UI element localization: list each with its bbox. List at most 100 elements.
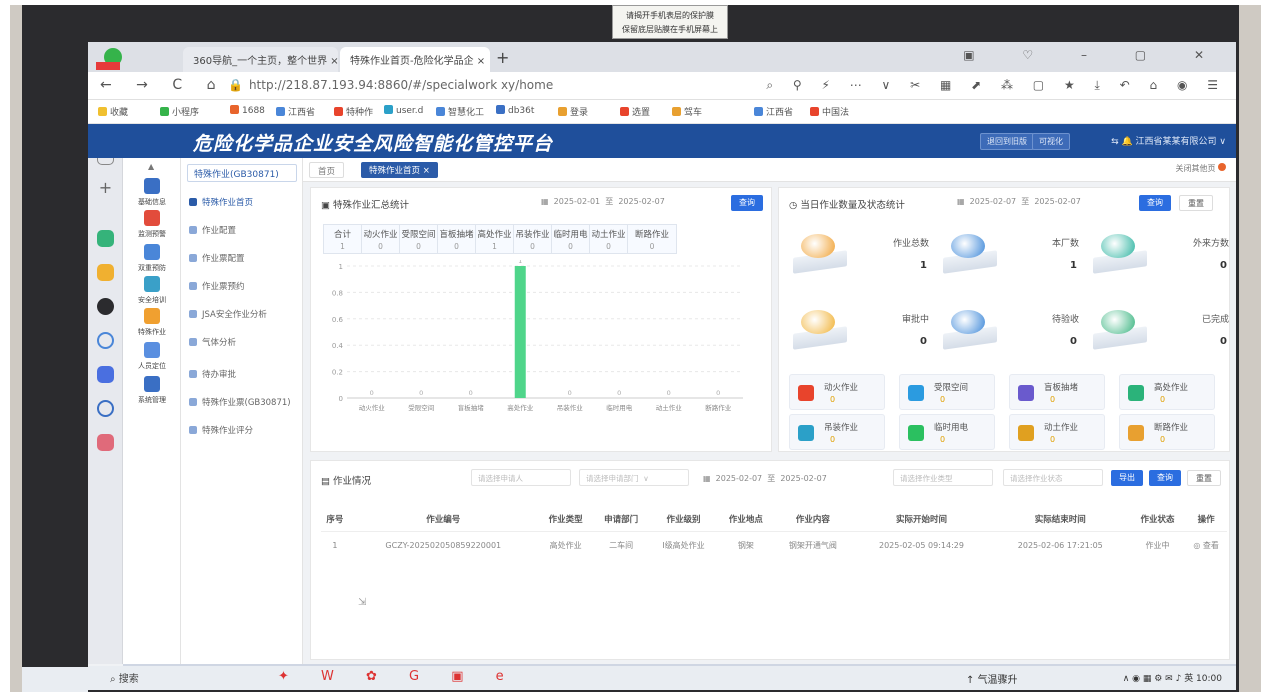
menu-item[interactable]: JSA安全作业分析 [189,308,267,320]
add-icon[interactable]: + [97,180,114,197]
summary-date-range[interactable]: ▦ 2025-02-01 至 2025-02-07 [541,196,665,207]
bookmark-item[interactable]: 中国法 [810,105,849,118]
today-date-range[interactable]: ▦ 2025-02-07 至 2025-02-07 [957,196,1081,207]
work-reset-button[interactable]: 重置 [1187,470,1221,486]
stat-cell[interactable]: 断路作业 0 [628,225,676,253]
menu-item[interactable]: 待办审批 [189,368,236,380]
stat-cell[interactable]: 临时用电 0 [552,225,590,253]
rail-item[interactable]: 系统管理 [123,376,181,405]
bookmark-favicon-icon [384,105,393,114]
work-type-card[interactable]: 临时用电 0 [899,414,995,450]
work-type-card[interactable]: 盲板抽堵 0 [1009,374,1105,410]
rail-label: 基础信息 [138,198,166,206]
stat-cell[interactable]: 吊装作业 0 [514,225,552,253]
summary-date-to: 2025-02-07 [618,197,665,206]
screen: 360导航_一个主页，整个世界 × 特殊作业首页-危险化学品企 × + ▣ ♡ … [88,42,1236,690]
work-type-card[interactable]: 吊装作业 0 [789,414,885,450]
close-others-button[interactable]: 关闭其他页 [1175,163,1226,174]
status-card[interactable]: 本厂数 1 [937,224,1087,296]
today-query-button[interactable]: 查询 [1139,195,1171,211]
bookmark-item[interactable]: 小程序 [160,105,199,118]
stat-cell[interactable]: 合计 1 [324,225,362,253]
taskbar-search[interactable]: ⌕ 搜索 [110,670,139,685]
sidebar-app-6-icon[interactable] [97,400,114,417]
rail-collapse-icon[interactable]: ▲ [148,162,154,171]
sidebar-app-3-icon[interactable] [97,298,114,315]
old-version-button[interactable]: 退回到旧版 [980,133,1034,150]
stat-cell[interactable]: 高处作业 1 [476,225,514,253]
dept-select[interactable]: 请选择申请部门 ∨ [579,469,689,486]
stat-cell[interactable]: 受限空间 0 [400,225,438,253]
sidebar-app-2-icon[interactable] [97,264,114,281]
menu-item[interactable]: 特殊作业票(GB30871) [189,396,291,408]
bookmark-item[interactable]: 登录 [558,105,588,118]
taskbar-weather[interactable]: ↑ 气温骤升 [966,671,1018,686]
bookmark-item[interactable]: 智慧化工 [436,105,484,118]
browser-toolbar[interactable]: ⌕ ⚲ ⚡ ⋯ ∨ ✂ ▦ ⬈ ⁂ ▢ ★ ⤓ ↶ ⌂ ◉ ☰ [766,78,1226,93]
menu-item-icon [189,198,197,206]
browser-tab-1[interactable]: 360导航_一个主页，整个世界 × [183,47,338,72]
rail-item[interactable]: 监测预警 [123,210,181,239]
work-type-card[interactable]: 动火作业 0 [789,374,885,410]
menu-item[interactable]: 特殊作业首页 [189,196,253,208]
menu-item[interactable]: 特殊作业评分 [189,424,253,436]
bookmark-item[interactable]: 选置 [620,105,650,118]
window-controls[interactable]: ▣ ♡ – ▢ ✕ [963,48,1226,62]
menu-item[interactable]: 作业配置 [189,224,236,236]
menu-item[interactable]: 作业票预约 [189,280,245,292]
work-type-card[interactable]: 受限空间 0 [899,374,995,410]
sidebar-app-1-icon[interactable] [97,230,114,247]
status-card[interactable]: 待验收 0 [937,300,1087,372]
work-date-range[interactable]: ▦ 2025-02-07 至 2025-02-07 [703,473,827,484]
status-filter-select[interactable]: 请选择作业状态 [1003,469,1103,486]
status-card[interactable]: 已完成 0 [1087,300,1236,372]
menu-module-title[interactable]: 特殊作业(GB30871) [187,164,297,182]
applicant-select[interactable]: 请选择申请人 [471,469,571,486]
bookmark-item[interactable]: 特种作 [334,105,373,118]
work-type-card[interactable]: 断路作业 0 [1119,414,1215,450]
sidebar-app-5-icon[interactable] [97,366,114,383]
bookmark-item[interactable]: 驾车 [672,105,702,118]
work-type-card[interactable]: 动土作业 0 [1009,414,1105,450]
bookmark-item[interactable]: user.d [384,105,423,116]
bookmark-item[interactable]: 江西省 [754,105,793,118]
stat-cell[interactable]: 盲板抽堵 0 [438,225,476,253]
sidebar-app-4-icon[interactable] [97,332,114,349]
menu-item[interactable]: 气体分析 [189,336,236,348]
type-filter-select[interactable]: 请选择作业类型 [893,469,993,486]
rail-item[interactable]: 基础信息 [123,178,181,207]
browser-tab-2[interactable]: 特殊作业首页-危险化学品企 × [340,47,490,72]
taskbar-apps[interactable]: ✦ W ✿ G ▣ e [278,669,518,684]
summary-query-button[interactable]: 查询 [731,195,763,211]
rail-item[interactable]: 安全培训 [123,276,181,305]
new-tab-icon[interactable]: + [496,48,509,67]
bookmark-item[interactable]: 1688 [230,105,265,116]
work-type-card[interactable]: 高处作业 0 [1119,374,1215,410]
status-card[interactable]: 外来方数 0 [1087,224,1236,296]
rail-item[interactable]: 双重预防 [123,244,181,273]
view-link[interactable]: ◎ 查看 [1185,531,1227,559]
status-card[interactable]: 审批中 0 [787,300,937,372]
bookmark-favicon-icon [98,107,107,116]
sidebar-app-7-icon[interactable] [97,434,114,451]
bookmark-item[interactable]: 收藏 [98,105,128,118]
menu-item[interactable]: 作业票配置 [189,252,245,264]
user-menu[interactable]: ⇆ 🔔 江西省某某有限公司 ∨ [1111,134,1226,147]
bookmark-item[interactable]: db36t [496,105,534,116]
tab-home[interactable]: 首页 [309,162,345,178]
status-card[interactable]: 作业总数 1 [787,224,937,296]
stat-cell[interactable]: 动土作业 0 [590,225,628,253]
navigation-buttons[interactable]: ← → C ⌂ [100,77,225,93]
stat-cell[interactable]: 动火作业 0 [362,225,400,253]
work-query-button[interactable]: 查询 [1149,470,1181,486]
today-reset-button[interactable]: 重置 [1179,195,1213,211]
system-tray[interactable]: ∧ ◉ ▦ ⚙ ✉ ♪ 英 10:00 [1123,671,1222,684]
rail-item[interactable]: 特殊作业 [123,308,181,337]
stat-name: 动火作业 [363,230,398,240]
export-button[interactable]: 导出 [1111,470,1143,486]
visualization-button[interactable]: 可视化 [1032,133,1070,150]
tab-special-work-home[interactable]: 特殊作业首页 × [361,162,438,178]
bookmark-item[interactable]: 江西省 [276,105,315,118]
url-field[interactable]: 🔒 http://218.87.193.94:8860/#/specialwork… [228,78,553,92]
rail-item[interactable]: 人员定位 [123,342,181,371]
